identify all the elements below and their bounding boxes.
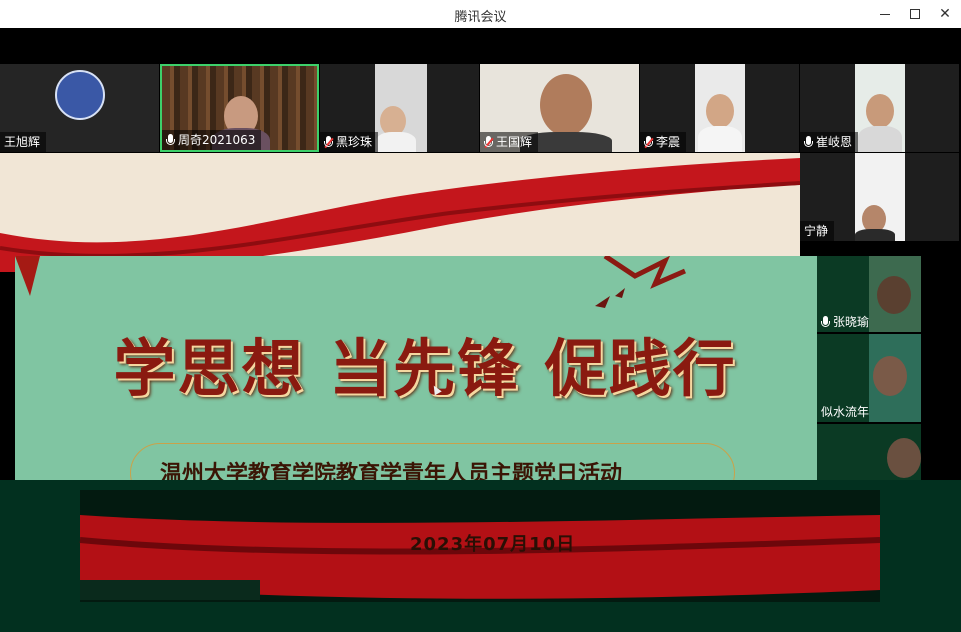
participant-name-tag: 王国辉 [480, 132, 539, 152]
participant-tile-active-speaker[interactable]: 周奇2021063 [160, 64, 319, 152]
slide-slogan: 学思想 当先锋 促践行 [113, 332, 737, 405]
participant-name-tag: 似水流年 [821, 405, 870, 419]
microphone-muted-icon [324, 135, 334, 149]
slide-footer-area: 2023年07月10日 [0, 480, 961, 632]
microphone-muted-icon [644, 135, 654, 149]
ribbon-graphic [0, 158, 800, 272]
participant-name-tag: 王旭辉 [0, 132, 47, 152]
participant-tile[interactable]: 张晓瑜 [817, 256, 921, 332]
participant-name-tag: 张晓瑜 [817, 312, 875, 332]
slide-subtitle: 温州大学教育学院教育学青年人员主题党日活动 [160, 461, 623, 480]
maximize-button[interactable] [902, 3, 928, 25]
participant-name-tag: 崔岐恩 [800, 132, 859, 152]
participant-face [873, 356, 907, 396]
video-strip-background [0, 28, 961, 64]
close-icon: ✕ [939, 6, 951, 22]
minimize-button[interactable] [872, 3, 898, 25]
participant-body [855, 229, 895, 241]
shared-slide: 学思想 当先锋 促践行 温州大学教育学院教育学青年人员主题党日活动 [15, 256, 817, 480]
participant-face [706, 94, 734, 128]
participant-name-tag: 宁静 [800, 221, 835, 241]
footer-ribbon-graphic [79, 490, 881, 602]
microphone-icon [821, 315, 830, 329]
participant-tile[interactable]: 似水流年 [817, 334, 921, 422]
minimize-icon [880, 14, 890, 15]
title-bar: 腾讯会议 ✕ [0, 0, 961, 28]
participant-face [540, 74, 592, 136]
meeting-window: 腾讯会议 ✕ 学思想 当先锋 促践行 温州大学教育学院教育学青年人员主题党日活动 [0, 0, 961, 632]
participant-tile[interactable]: 李震 [640, 64, 799, 152]
avatar [55, 70, 105, 120]
participant-tile[interactable]: 崔岐恩 [800, 64, 959, 152]
participant-name-tag: 李震 [640, 132, 687, 152]
participant-body [698, 126, 742, 152]
slide-header-area [0, 153, 800, 272]
participant-face [877, 276, 911, 314]
close-button[interactable]: ✕ [932, 3, 958, 25]
participant-tile[interactable]: 黑珍珠 [320, 64, 479, 152]
participant-face [866, 94, 894, 128]
window-title: 腾讯会议 [454, 10, 507, 25]
microphone-icon [804, 135, 813, 149]
participant-body [858, 126, 902, 152]
slide-date: 2023年07月10日 [410, 534, 576, 555]
participant-tile[interactable] [817, 424, 921, 480]
participant-tile[interactable]: 王国辉 [480, 64, 639, 152]
microphone-icon [166, 133, 175, 147]
maximize-icon [910, 9, 920, 19]
participant-body [376, 132, 416, 152]
participant-tile[interactable]: 王旭辉 [0, 64, 159, 152]
microphone-muted-icon [484, 135, 494, 149]
participant-name-tag: 黑珍珠 [320, 132, 379, 152]
participant-tile[interactable]: 宁静 [800, 153, 959, 241]
participant-name-tag: 周奇2021063 [162, 130, 262, 150]
participant-face [887, 438, 921, 478]
